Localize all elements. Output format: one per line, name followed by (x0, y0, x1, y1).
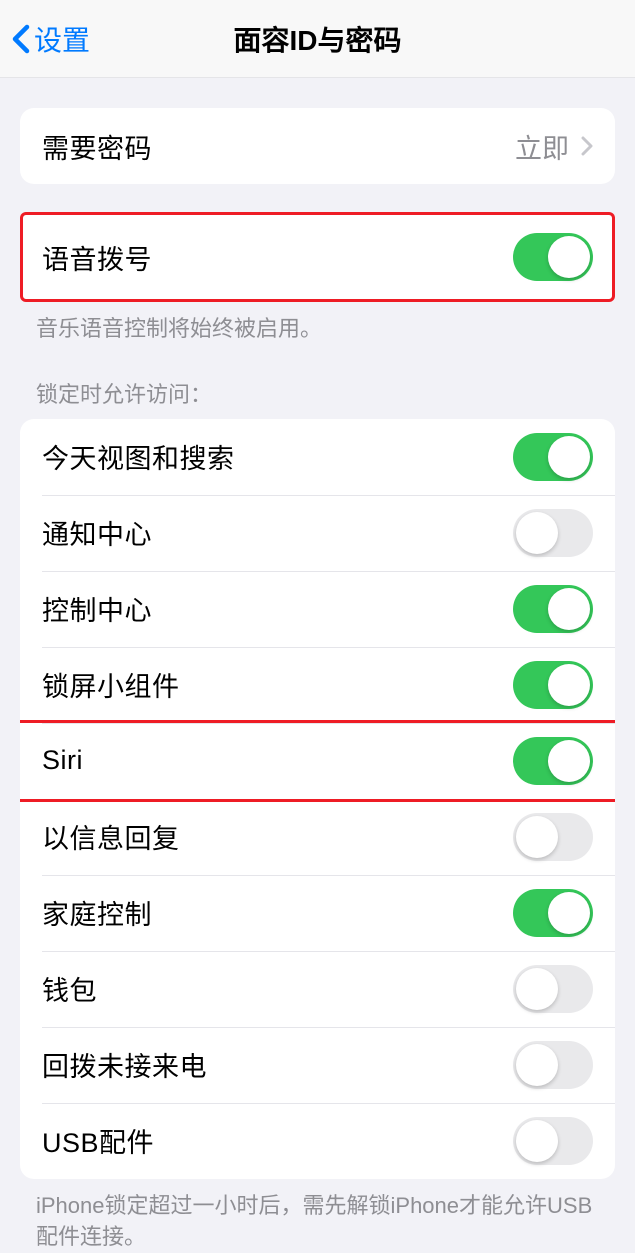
chevron-right-icon (581, 136, 593, 156)
notification-center-switch[interactable] (513, 509, 593, 557)
wallet-label: 钱包 (42, 969, 97, 1008)
return-missed-calls-switch[interactable] (513, 1041, 593, 1089)
navbar: 设置 面容ID与密码 (0, 0, 635, 78)
usb-accessories-label: USB配件 (42, 1121, 154, 1160)
control-center-cell[interactable]: 控制中心 (20, 571, 615, 647)
voice-dial-footer: 音乐语音控制将始终被启用。 (0, 302, 635, 345)
require-passcode-cell[interactable]: 需要密码 立即 (20, 108, 615, 184)
chevron-left-icon (12, 24, 30, 54)
return-missed-calls-cell[interactable]: 回拨未接来电 (20, 1027, 615, 1103)
home-control-switch[interactable] (513, 889, 593, 937)
locked-access-header: 锁定时允许访问： (0, 345, 635, 419)
usb-accessories-cell[interactable]: USB配件 (20, 1103, 615, 1179)
today-view-label: 今天视图和搜索 (42, 437, 235, 476)
siri-label: Siri (42, 745, 83, 776)
usb-accessories-switch[interactable] (513, 1117, 593, 1165)
wallet-switch[interactable] (513, 965, 593, 1013)
locked-access-group: 今天视图和搜索 通知中心 控制中心 锁屏小组件 Siri 以信息回复 家庭控制 (20, 419, 615, 1179)
cell-right: 立即 (515, 127, 593, 166)
back-button[interactable]: 设置 (12, 19, 90, 59)
lock-screen-widgets-switch[interactable] (513, 661, 593, 709)
siri-switch[interactable] (513, 737, 593, 785)
lock-screen-widgets-cell[interactable]: 锁屏小组件 (20, 647, 615, 723)
passcode-group: 需要密码 立即 (20, 108, 615, 184)
voice-dial-cell[interactable]: 语音拨号 (20, 212, 615, 302)
siri-cell[interactable]: Siri (20, 723, 615, 799)
notification-center-cell[interactable]: 通知中心 (20, 495, 615, 571)
page-title: 面容ID与密码 (233, 19, 401, 59)
locked-access-footer: iPhone锁定超过一小时后，需先解锁iPhone才能允许USB配件连接。 (0, 1179, 635, 1253)
lock-screen-widgets-label: 锁屏小组件 (42, 665, 180, 704)
require-passcode-value: 立即 (515, 127, 569, 166)
voice-dial-group: 语音拨号 (20, 212, 615, 302)
wallet-cell[interactable]: 钱包 (20, 951, 615, 1027)
reply-with-message-cell[interactable]: 以信息回复 (20, 799, 615, 875)
back-label: 设置 (34, 19, 90, 59)
return-missed-calls-label: 回拨未接来电 (42, 1045, 207, 1084)
reply-with-message-label: 以信息回复 (42, 817, 180, 856)
reply-with-message-switch[interactable] (513, 813, 593, 861)
control-center-label: 控制中心 (42, 589, 152, 628)
today-view-switch[interactable] (513, 433, 593, 481)
voice-dial-label: 语音拨号 (42, 238, 152, 277)
require-passcode-label: 需要密码 (42, 127, 152, 166)
home-control-label: 家庭控制 (42, 893, 152, 932)
control-center-switch[interactable] (513, 585, 593, 633)
today-view-cell[interactable]: 今天视图和搜索 (20, 419, 615, 495)
voice-dial-switch[interactable] (513, 233, 593, 281)
home-control-cell[interactable]: 家庭控制 (20, 875, 615, 951)
notification-center-label: 通知中心 (42, 513, 152, 552)
